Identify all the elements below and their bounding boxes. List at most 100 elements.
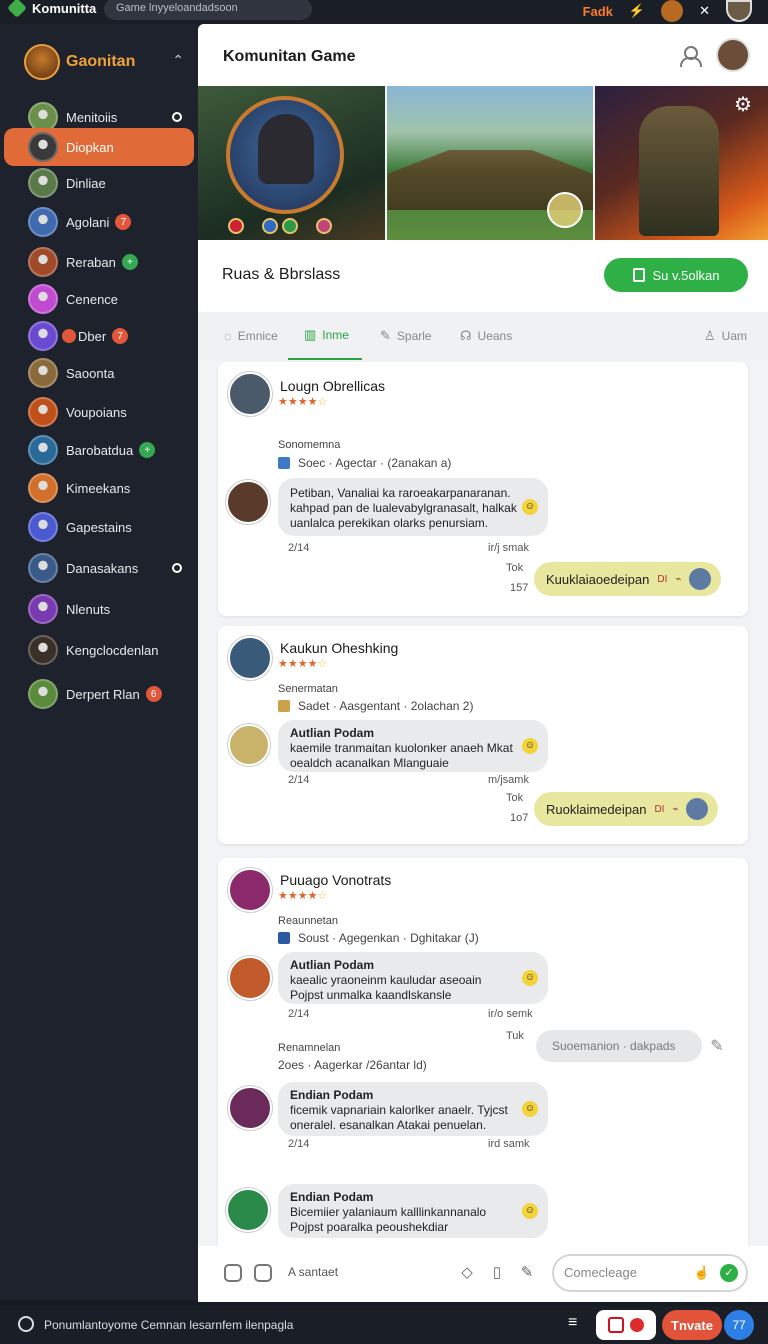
sidebar-item[interactable]: Kengclocdenlan [4, 631, 194, 669]
author-avatar[interactable] [228, 636, 272, 680]
gear-icon[interactable]: ⚙ [732, 94, 754, 116]
post-meta: Sadet · Aasgentant · 2olachan 2) [278, 699, 473, 713]
message-bubble[interactable]: Autlian Podam kaealic yraoneinm kauludar … [278, 952, 548, 1004]
mug-icon[interactable] [661, 0, 684, 22]
sidebar-item[interactable]: Voupoians [4, 393, 194, 431]
message-action[interactable]: ir/j smak [488, 542, 529, 554]
sidebar-item[interactable]: Reraban + [4, 243, 194, 281]
sidebar-item[interactable]: Saoonta [4, 354, 194, 392]
author-avatar[interactable] [228, 868, 272, 912]
composer-bar: A santaet ◇ ▯ ✎ Comecleage ☝ ✓ [198, 1246, 768, 1302]
commenter-avatar[interactable] [228, 724, 270, 766]
message-action[interactable]: m/jsamk [488, 774, 529, 786]
alert-icon [630, 1318, 644, 1332]
sidebar-item[interactable]: Cenence [4, 280, 194, 318]
author-avatar[interactable] [228, 372, 272, 416]
message-bubble[interactable]: Endian Podam ficemik vapnariain kalorlker… [278, 1082, 548, 1136]
post-section: Renamnelan [278, 1042, 341, 1054]
tab-icon: ✎ [380, 328, 391, 343]
top-search-input[interactable]: Game lnyyeloandadsoon [104, 0, 312, 20]
tab-icon: ◌ [224, 328, 232, 344]
suggestion-pill[interactable]: Suoemanion · dakpads [536, 1030, 702, 1062]
tab-uam[interactable]: ♙ Uam [704, 312, 747, 360]
tag-icon[interactable]: ◇ [456, 1262, 478, 1284]
banner-image-1[interactable] [198, 86, 386, 240]
join-button[interactable]: Su v.5olkan [604, 258, 748, 292]
sidebar-item[interactable]: Dber 7 [4, 317, 194, 355]
fire-label: Fadk [582, 3, 613, 19]
tab-inme[interactable]: ▥ Inme [288, 312, 362, 360]
channel-avatar-icon [28, 679, 58, 709]
message-author: Autlian Podam [290, 726, 375, 740]
fire-icon[interactable]: Fadk [583, 4, 613, 19]
sidebar-item[interactable]: Kimeekans [4, 469, 194, 507]
reply-chip[interactable]: Ruoklaimedeipan DI ⌁ [534, 792, 719, 826]
thumbs-up-icon[interactable]: ☝ [694, 1265, 710, 1281]
stop-icon[interactable] [224, 1264, 242, 1282]
footer-text: Ponumlantoyome Cemnan lesarnfem ilenpagl… [44, 1318, 294, 1332]
post-section: Sonomemna [278, 439, 341, 451]
meta-text: Soec · Agectar · (2anakan a) [298, 456, 452, 470]
post-author[interactable]: Kaukun Oheshking [280, 640, 398, 656]
sidebar-item-label: Kengclocdenlan [66, 642, 159, 658]
emoji-icon: ☺ [522, 499, 538, 515]
commenter-avatar[interactable] [226, 1188, 270, 1232]
message-bubble[interactable]: Endian Podam Bicemiier yalaniaum kalllink… [278, 1184, 548, 1238]
menu-icon[interactable]: ≡ [568, 1314, 577, 1332]
tab-sparle[interactable]: ✎ Sparle [380, 312, 432, 360]
user-avatar[interactable] [726, 0, 752, 22]
close-icon[interactable]: ✕ [699, 3, 710, 19]
notification-chip[interactable] [596, 1310, 656, 1340]
count-badge: 7 [112, 328, 129, 344]
chevron-up-icon[interactable]: ⌃ [172, 52, 184, 69]
add-user-icon[interactable] [680, 46, 702, 67]
bookmark-icon [632, 268, 645, 282]
sidebar-item[interactable]: Barobatdua + [4, 431, 194, 469]
tab-emnice[interactable]: ◌ Emnice [224, 312, 278, 360]
tag-icon [278, 700, 290, 712]
commenter-avatar[interactable] [228, 1086, 272, 1130]
sidebar-item[interactable]: Danasakans [4, 549, 194, 587]
message-input[interactable]: Comecleage ☝ ✓ [552, 1254, 748, 1292]
sidebar-item[interactable]: Gapestains [4, 508, 194, 546]
channel-avatar-icon [28, 284, 58, 314]
message-action[interactable]: ird samk [488, 1138, 530, 1150]
tab-bar: ◌ Emnice ▥ Inme ✎ Sparle ☊ Ueans ♙ Uam [198, 312, 768, 360]
sidebar-item[interactable]: Dinliae [4, 164, 194, 202]
send-check-icon[interactable]: ✓ [720, 1264, 738, 1282]
post-author[interactable]: Puuago Vonotrats [280, 872, 391, 888]
sidebar-item[interactable]: Diopkan [4, 128, 194, 166]
commenter-avatar[interactable] [226, 480, 270, 524]
edit-icon[interactable]: ✎ [516, 1262, 538, 1284]
sidebar-header[interactable]: Gaonitan ⌃ [24, 44, 194, 84]
camera-icon[interactable] [254, 1264, 272, 1282]
message-action[interactable]: ir/o semk [488, 1008, 533, 1020]
top-bar: Komunitta Game lnyyeloandadsoon Fadk ⚡ ✕ [0, 0, 768, 24]
header-avatar[interactable] [716, 38, 750, 72]
commenter-avatar[interactable] [228, 956, 272, 1000]
lightning-icon[interactable]: ⚡ [629, 3, 645, 19]
tab-ueans[interactable]: ☊ Ueans [460, 312, 512, 360]
brand[interactable]: Komunitta [7, 0, 96, 18]
composer-label[interactable]: A santaet [288, 1265, 338, 1279]
sidebar-item[interactable]: Nlenuts [4, 590, 194, 628]
message-bubble[interactable]: Autlian Podam kaemile tranmaitan kuolonke… [278, 720, 548, 772]
pencil-icon[interactable]: ✎ [706, 1036, 728, 1058]
tok-label: Tuk [506, 1030, 524, 1042]
file-icon[interactable]: ▯ [486, 1262, 508, 1284]
message-bubble[interactable]: Petiban, Vanaliai ka raroeakarpanaranan.… [278, 478, 548, 536]
status-icon[interactable] [18, 1316, 34, 1332]
blue-action-button[interactable]: 77 [724, 1310, 754, 1340]
banner-image-2[interactable] [387, 86, 593, 240]
channel-avatar-icon [28, 358, 58, 388]
sidebar-item[interactable]: Agolani 7 [4, 203, 194, 241]
section-header: Ruas & Bbrslass Su v.5olkan [198, 240, 768, 312]
post-author[interactable]: Lougn Obrellicas [280, 378, 385, 394]
sidebar-item[interactable]: Derpert Rlan 6 [4, 675, 194, 713]
post-meta: Soust · Agegenkan · Dghitakar (J) [278, 931, 479, 945]
game-banner: ⚙ [198, 86, 768, 240]
banner-image-3[interactable]: ⚙ [594, 86, 768, 240]
invite-button[interactable]: Tnvate [662, 1310, 722, 1340]
reply-chip[interactable]: Kuuklaiaoedeipan DI ⌁ [534, 562, 722, 596]
message-author: Endian Podam [290, 1190, 374, 1204]
